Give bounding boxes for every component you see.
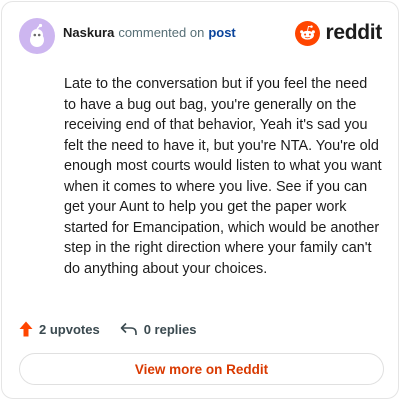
snoo-avatar-icon xyxy=(30,23,44,47)
author-name[interactable]: Naskura xyxy=(63,25,114,40)
comment-body: Late to the conversation but if you feel… xyxy=(64,76,382,277)
comment-stats: 2 upvotes 0 replies xyxy=(19,318,196,340)
reddit-logo-icon xyxy=(295,20,321,46)
upvote-arrow-icon xyxy=(19,321,33,337)
replies-label: 0 replies xyxy=(143,321,197,337)
avatar[interactable] xyxy=(19,18,55,54)
view-more-button[interactable]: View more on Reddit xyxy=(19,353,384,385)
action-text: commented on xyxy=(118,24,205,40)
replies-stat[interactable]: 0 replies xyxy=(120,321,197,337)
comment-header: Naskura commented on post reddit xyxy=(19,16,382,56)
post-link[interactable]: post xyxy=(208,25,235,40)
comment-meta: Naskura commented on post xyxy=(63,25,236,40)
upvotes-label: 2 upvotes xyxy=(39,321,100,337)
upvotes-stat[interactable]: 2 upvotes xyxy=(19,321,100,337)
reddit-brand[interactable]: reddit xyxy=(295,20,382,46)
reply-arrow-icon xyxy=(120,322,137,335)
brand-name: reddit xyxy=(325,21,382,44)
embedded-comment-card: Naskura commented on post reddit Late to… xyxy=(1,1,399,399)
